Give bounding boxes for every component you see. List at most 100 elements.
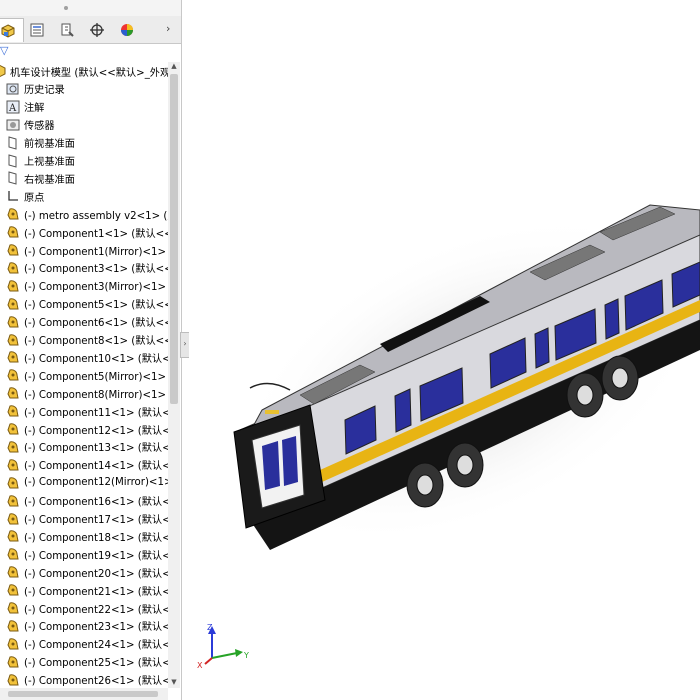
component-icon [7,655,19,668]
tree-item-plane[interactable]: 上视基准面 [6,152,75,170]
component-icon [7,602,19,614]
tree-item-component[interactable]: (-) Component20<1> (默认<< [6,563,168,581]
tree-item-component[interactable]: (-) Component5<1> (默认<<默 [6,295,168,313]
panel-grip[interactable] [0,0,181,16]
component-icon [7,297,19,310]
tree-item-label: (-) Component8<1> (默认<<默 [24,336,168,347]
plane-icon [8,171,17,186]
scroll-thumb[interactable] [170,74,178,404]
tab-property-manager[interactable] [22,18,52,41]
tree-item-component[interactable]: (-) Component17<1> (默认<< [6,510,168,528]
component-icon [7,262,19,274]
tree-item-component[interactable]: (-) Component26<1> (默认<< [6,671,168,688]
hscroll-thumb[interactable] [8,691,158,697]
tree-item-label: 右视基准面 [24,174,75,186]
annotations-icon: A [6,100,20,114]
tree-horizontal-scrollbar[interactable] [0,688,168,700]
tabs-more-button[interactable]: › [166,20,178,38]
tree-item-label: (-) Component26<1> (默认<< [24,676,168,688]
tree-item-component[interactable]: (-) Component3<1> (默认<<默 [6,259,168,277]
tree-item-sensors[interactable]: 传感器 [6,116,55,134]
feature-manager-icon [1,23,15,38]
tree-item-component[interactable]: (-) Component1<1> (默认<<默 [6,223,168,241]
tree-item-component[interactable]: (-) Component21<1> (默认<< [6,581,168,599]
component-icon [7,369,19,381]
tree-item-component[interactable]: (-) Component14<1> (默认<< [6,456,168,474]
feature-manager-panel: › ▽ 机车设计模型 (默认<<默认>_外观 显历史记录 A 注解传感器 前视基准面上… [0,0,182,700]
tree-item-label: (-) Component5(Mirror)<1> (默 [24,371,168,383]
tree-item-label: (-) Component6<1> (默认<<默 [24,318,168,330]
graphics-viewport[interactable] [189,0,700,700]
tree-item-label: 上视基准面 [24,157,75,168]
assembly-root-icon [0,64,6,78]
triad-z-label: Z [207,623,213,632]
tree-item-component[interactable]: (-) Component11<1> (默认<< [6,402,168,420]
tree-item-component[interactable]: (-) Component19<1> (默认<< [6,545,168,563]
tree-item-label: (-) Component23<1> (默认<< [24,622,168,634]
reference-triad: Z Y X [195,620,255,670]
component-icon [7,423,19,435]
tree-filter[interactable]: ▽ [0,44,181,62]
tree-item-component[interactable]: (-) Component18<1> (默认<< [6,527,168,545]
dimxpert-icon [90,22,104,37]
tree-item-label: (-) metro assembly v2<1> (默认 [24,210,168,222]
tree-item-label: (-) Component5<1> (默认<<默 [24,300,168,312]
component-icon [7,351,19,363]
tree-item-label: (-) Component8(Mirror)<1> (默 [24,389,168,401]
component-icon [7,494,19,507]
tree-item-history[interactable]: 历史记录 [6,80,65,98]
tree-root-assembly[interactable]: 机车设计模型 (默认<<默认>_外观 显 [0,62,168,80]
triad-y-label: Y [243,651,249,660]
tree-item-plane[interactable]: 右视基准面 [6,169,75,187]
tree-item-label: (-) Component18<1> (默认<< [24,532,168,544]
tab-feature-manager[interactable] [0,18,24,42]
tree-vertical-scrollbar[interactable]: ▲ ▼ [168,62,180,688]
tree-item-component[interactable]: (-) Component5(Mirror)<1> (默 [6,366,168,384]
tab-display-manager[interactable] [112,18,142,41]
property-manager-icon [30,23,44,36]
history-icon [6,83,19,95]
tree-item-origin[interactable]: 原点 [6,187,44,205]
tree-item-component[interactable]: (-) Component16<1> (默认<< [6,492,168,510]
scroll-down-icon[interactable]: ▼ [168,678,180,688]
tree-item-component[interactable]: (-) Component12(Mirror)<1> [6,474,168,492]
display-manager-icon [121,23,133,36]
tree-item-label: (-) Component17<1> (默认<< [24,515,168,526]
tree-item-label: (-) Component19<1> (默认<< [24,550,168,562]
tab-configuration-manager[interactable] [52,18,82,41]
tree-item-component[interactable]: (-) Component22<1> (默认<< [6,599,168,617]
tree-item-component[interactable]: (-) Component24<1> (默认<< [6,635,168,653]
scroll-up-icon[interactable]: ▲ [168,62,180,72]
tree-item-annotations[interactable]: A 注解 [6,98,44,116]
component-icon [7,280,19,292]
sensors-icon [6,119,20,131]
component-icon [7,441,19,453]
tree-item-component[interactable]: (-) Component10<1> (默认<< [6,348,168,366]
tree-item-label: (-) Component14<1> (默认<< [24,461,168,473]
tree-item-label: 传感器 [24,121,55,133]
triad-x-label: X [197,661,203,670]
tree-item-label: (-) Component16<1> (默认<< [24,497,168,509]
tree-item-component[interactable]: (-) Component3(Mirror)<1> (默 [6,277,168,295]
tree-item-component[interactable]: (-) Component8(Mirror)<1> (默 [6,384,168,402]
component-icon [7,638,19,650]
tree-item-label: (-) Component1(Mirror)<1> (默 [24,246,168,258]
tree-item-label: 历史记录 [24,85,65,97]
tree-item-component[interactable]: (-) Component8<1> (默认<<默 [6,331,168,349]
component-icon [7,333,19,345]
tree-item-component[interactable]: (-) Component1(Mirror)<1> (默 [6,241,168,259]
tree-item-label: (-) Component25<1> (默认<< [24,658,168,670]
tree-item-component[interactable]: (-) Component12<1> (默认<< [6,420,168,438]
tree-item-component[interactable]: (-) Component13<1> (默认<< [6,438,168,456]
component-icon [7,566,19,578]
tree-item-label: (-) Component22<1> (默认<< [24,604,168,616]
tree-item-component[interactable]: (-) Component25<1> (默认<< [6,653,168,671]
tab-dimxpert[interactable] [82,18,112,41]
component-icon [7,315,19,328]
tree-item-plane[interactable]: 前视基准面 [6,134,75,152]
tree-item-component[interactable]: (-) Component6<1> (默认<<默 [6,313,168,331]
tree-item-label: (-) Component21<1> (默认<< [24,586,168,598]
tree-item-component[interactable]: (-) metro assembly v2<1> (默认 [6,205,168,223]
tree-item-component[interactable]: (-) Component23<1> (默认<< [6,617,168,635]
component-icon [7,459,19,471]
